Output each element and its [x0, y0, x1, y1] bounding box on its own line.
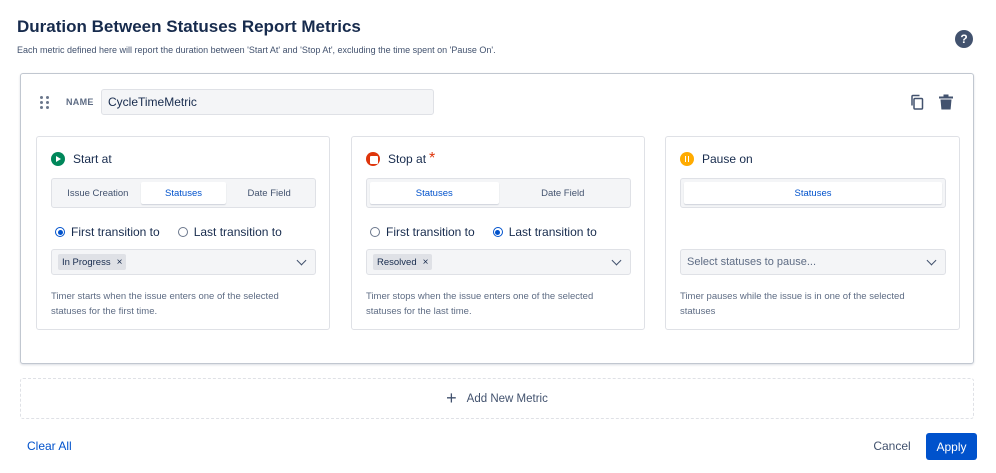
stop-first-transition-radio[interactable] — [370, 227, 380, 237]
pause-select-placeholder: Select statuses to pause... — [687, 256, 817, 268]
trash-icon[interactable] — [939, 94, 953, 110]
start-first-transition-label: First transition to — [71, 225, 160, 239]
page-title: Duration Between Statuses Report Metrics — [17, 17, 361, 36]
add-new-metric-button[interactable]: + Add New Metric — [20, 378, 974, 419]
metric-name-input[interactable] — [101, 89, 434, 115]
status-tag: In Progress × — [58, 254, 127, 270]
start-at-source-tabs: Issue Creation Statuses Date Field — [51, 178, 316, 208]
pause-circle-icon — [680, 152, 694, 166]
drag-handle-icon[interactable] — [40, 96, 50, 110]
stop-at-panel: Stop at * Statuses Date Field First tran… — [351, 136, 645, 330]
plus-icon: + — [446, 387, 457, 408]
remove-tag-icon[interactable]: × — [117, 257, 123, 268]
stop-last-transition-radio[interactable] — [492, 227, 503, 237]
pause-help-text: Timer pauses while the issue is in one o… — [680, 291, 905, 317]
stop-at-title: Stop at — [388, 152, 427, 166]
stop-last-transition-label: Last transition to — [508, 225, 597, 239]
pause-on-title: Pause on — [702, 152, 753, 166]
stop-at-source-tabs: Statuses Date Field — [366, 178, 631, 208]
pause-on-source-tabs: Statuses — [680, 178, 946, 208]
tab-date-field[interactable]: Date Field — [499, 182, 628, 204]
tab-statuses[interactable]: Statuses — [140, 182, 227, 204]
status-tag-label: Resolved — [377, 256, 417, 268]
apply-button[interactable]: Apply — [926, 433, 977, 460]
remove-tag-icon[interactable]: × — [423, 257, 429, 268]
start-first-transition-radio[interactable] — [55, 227, 65, 237]
status-tag-label: In Progress — [62, 256, 111, 268]
start-at-title: Start at — [73, 152, 112, 166]
start-help-text: Timer starts when the issue enters one o… — [51, 291, 279, 317]
pause-status-select[interactable]: Select statuses to pause... — [680, 249, 946, 275]
stop-first-transition-label: First transition to — [386, 225, 475, 239]
start-last-transition-radio[interactable] — [177, 227, 188, 237]
stop-help-text: Timer stops when the issue enters one of… — [366, 291, 594, 317]
chevron-down-icon[interactable] — [296, 255, 307, 266]
start-at-panel: Start at Issue Creation Statuses Date Fi… — [36, 136, 330, 330]
stop-circle-icon — [366, 152, 380, 166]
start-last-transition-label: Last transition to — [193, 225, 282, 239]
clear-all-link[interactable]: Clear All — [27, 439, 72, 453]
pause-on-panel: Pause on Statuses Select statuses to pau… — [665, 136, 960, 330]
status-tag: Resolved × — [373, 254, 433, 270]
name-label: NAME — [66, 97, 94, 107]
help-icon[interactable]: ? — [955, 30, 973, 48]
stop-status-select[interactable]: Resolved × — [366, 249, 631, 275]
cancel-button[interactable]: Cancel — [863, 433, 921, 459]
metric-card: NAME Start at Issue Creation Statuses Da… — [20, 73, 974, 364]
page-subtitle: Each metric defined here will report the… — [17, 45, 496, 55]
tab-date-field[interactable]: Date Field — [226, 182, 312, 204]
tab-issue-creation[interactable]: Issue Creation — [55, 182, 141, 204]
play-circle-icon — [51, 152, 65, 166]
chevron-down-icon[interactable] — [611, 255, 622, 266]
add-new-metric-label: Add New Metric — [466, 392, 548, 405]
start-status-select[interactable]: In Progress × — [51, 249, 316, 275]
required-mark: * — [429, 150, 436, 167]
tab-statuses[interactable]: Statuses — [684, 182, 942, 204]
tab-statuses[interactable]: Statuses — [370, 182, 499, 204]
chevron-down-icon[interactable] — [926, 255, 937, 266]
copy-icon[interactable] — [909, 94, 925, 110]
